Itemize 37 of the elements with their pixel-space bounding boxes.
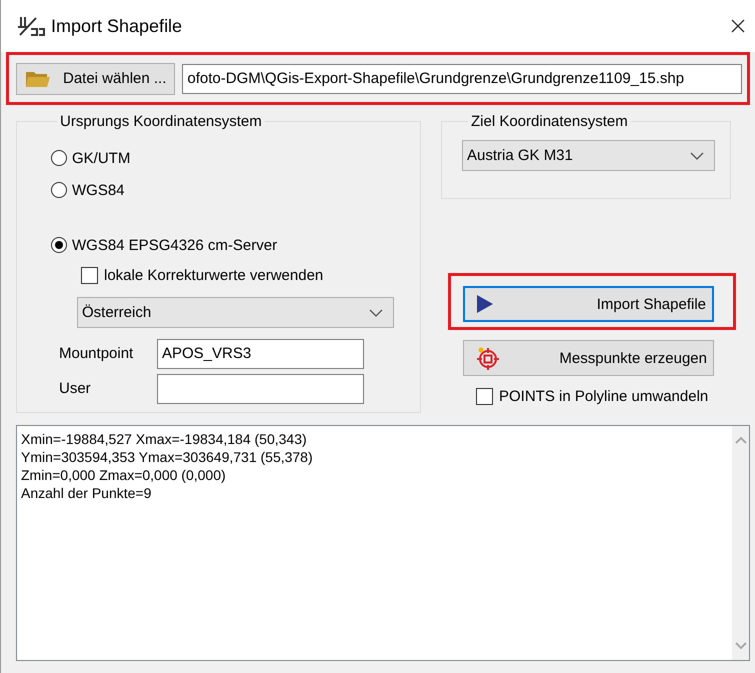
import-button[interactable]: Import Shapefile xyxy=(463,286,714,322)
output-line: Anzahl der Punkte=9 xyxy=(21,484,152,502)
group-title: Ziel Koordinatensystem xyxy=(470,113,629,130)
chevron-down-icon xyxy=(690,152,704,160)
radio-label: WGS84 xyxy=(72,182,125,198)
radio-option[interactable]: WGS84 EPSG4326 cm-Server xyxy=(51,229,420,261)
window-title: Import Shapefile xyxy=(51,16,184,36)
target-icon xyxy=(476,346,500,370)
user-field[interactable] xyxy=(157,374,364,404)
region-dropdown[interactable]: Österreich xyxy=(77,297,394,328)
field-label: User xyxy=(59,380,92,397)
mountpoint-field[interactable]: APOS_VRS3 xyxy=(157,338,364,368)
target-crs-dropdown[interactable]: Austria GK M31 xyxy=(462,140,715,171)
choose-file-button[interactable]: Datei wählen ... xyxy=(16,62,176,94)
group-title: Ursprungs Koordinatensystem xyxy=(59,113,263,130)
field-label: Mountpoint xyxy=(59,345,134,362)
logo-icon xyxy=(17,15,45,37)
radio-button[interactable] xyxy=(51,182,67,198)
chevron-down-icon xyxy=(369,308,383,316)
output-text-area[interactable]: Xmin=-19884,527 Xmax=-19834,184 (50,343) Ymin=303594,353 Ymax=303649,731 (55,378) Zmin=0,000 Zmax=0,000 (0,000) Anzahl der Punkte=9 xyxy=(16,425,750,661)
radio-button[interactable] xyxy=(51,150,67,166)
output-line: Ymin=303594,353 Ymax=303649,731 (55,378) xyxy=(21,448,314,466)
radio-option[interactable]: GK/UTM xyxy=(51,142,420,174)
output-line: Xmin=-19884,527 Xmax=-19834,184 (50,343) xyxy=(21,430,308,448)
radio-option[interactable]: WGS84 xyxy=(51,174,420,206)
checkbox-label: lokale Korrekturwerte verwenden xyxy=(104,266,324,284)
close-icon[interactable] xyxy=(731,19,745,33)
file-path-field[interactable]: ofoto-DGM\QGis-Export-Shapefile\Grundgrenze\Grundgrenze1109_15.shp xyxy=(182,64,742,94)
checkbox[interactable] xyxy=(81,266,98,284)
radio-button[interactable] xyxy=(51,237,67,253)
play-icon xyxy=(477,295,493,313)
checkbox[interactable] xyxy=(476,388,493,404)
checkbox-label: POINTS in Polyline umwandeln xyxy=(499,388,708,404)
radio-label: WGS84 EPSG4326 cm-Server xyxy=(72,236,278,254)
radio-label: GK/UTM xyxy=(72,150,130,166)
action-button[interactable]: Messpunkte erzeugen xyxy=(463,340,714,376)
output-line: Zmin=0,000 Zmax=0,000 (0,000) xyxy=(21,466,227,484)
